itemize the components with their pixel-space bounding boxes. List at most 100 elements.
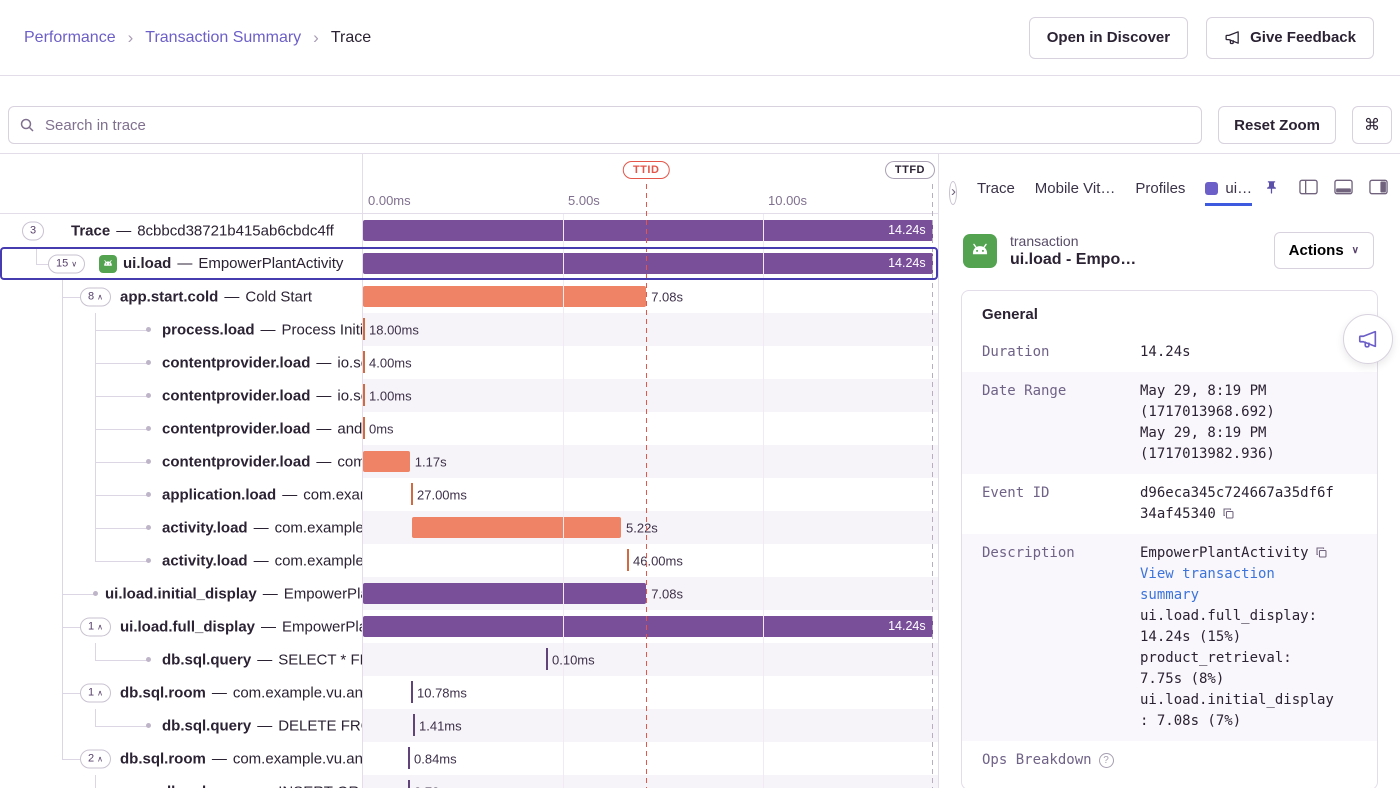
- span-tick[interactable]: [363, 417, 365, 439]
- tree-connector: [95, 462, 148, 463]
- span-label: db.sql.query—DELETE FROM products: [162, 717, 363, 734]
- trace-row[interactable]: 2∧db.sql.room—com.example.vu.android0.84…: [0, 742, 938, 775]
- span-track[interactable]: 5.22s: [363, 511, 938, 544]
- chevron-down-icon: ∨: [71, 259, 77, 268]
- tree-connector: [95, 775, 96, 788]
- detail-row: DescriptionEmpowerPlantActivityView tran…: [962, 534, 1377, 741]
- span-bar[interactable]: [412, 517, 621, 538]
- span-track[interactable]: 14.24s: [363, 247, 938, 280]
- trace-row[interactable]: activity.load—com.example.vu.android.Emp…: [0, 544, 938, 577]
- span-track[interactable]: 18.00ms: [363, 313, 938, 346]
- span-track[interactable]: 27.00ms: [363, 478, 938, 511]
- span-track[interactable]: 4.00ms: [363, 346, 938, 379]
- span-tick[interactable]: [363, 384, 365, 406]
- trace-row[interactable]: contentprovider.load—io.sentry.android.c…: [0, 346, 938, 379]
- pin-icon[interactable]: [1264, 180, 1279, 206]
- span-tick[interactable]: [546, 648, 548, 670]
- trace-row[interactable]: application.load—com.example.vu.android.…: [0, 478, 938, 511]
- actions-button[interactable]: Actions ∨: [1274, 232, 1374, 269]
- span-tick[interactable]: [408, 747, 410, 769]
- span-bar[interactable]: 14.24s: [363, 220, 933, 241]
- span-tick[interactable]: [627, 549, 629, 571]
- dock-left-icon[interactable]: [1299, 179, 1318, 198]
- timeline-tick-label: 5.00s: [568, 193, 600, 208]
- trace-row[interactable]: db.sql.query—DELETE FROM products1.41ms: [0, 709, 938, 742]
- trace-row[interactable]: contentprovider.load—com.example.vu.andr…: [0, 445, 938, 478]
- row-count-badge[interactable]: 1∧: [80, 617, 111, 636]
- help-icon[interactable]: ?: [1099, 753, 1114, 768]
- tab-profiles[interactable]: Profiles: [1135, 180, 1185, 206]
- reset-zoom-button[interactable]: Reset Zoom: [1218, 106, 1336, 144]
- span-label: application.load—com.example.vu.android.…: [162, 486, 363, 503]
- row-count-badge[interactable]: 1∧: [80, 683, 111, 702]
- trace-row[interactable]: activity.load—com.example.vu.android.Mai…: [0, 511, 938, 544]
- trace-row[interactable]: db.sql.query—SELECT * FROM products0.10m…: [0, 643, 938, 676]
- trace-row[interactable]: db.sql.query—INSERT OR REPLACE INTO prod…: [0, 775, 938, 788]
- span-description: 8cbbcd38721b415ab6cbdc4ff: [137, 222, 334, 239]
- span-bar[interactable]: [363, 451, 410, 472]
- give-feedback-button[interactable]: Give Feedback: [1206, 17, 1374, 59]
- breadcrumb-performance[interactable]: Performance: [24, 29, 116, 47]
- trace-row-tree: db.sql.query—DELETE FROM products: [0, 709, 363, 742]
- tab-active-span[interactable]: ui…: [1205, 180, 1252, 206]
- span-tick[interactable]: [411, 681, 413, 703]
- trace-row[interactable]: process.load—Process Initialization18.00…: [0, 313, 938, 346]
- copy-icon[interactable]: [1315, 546, 1328, 559]
- span-track[interactable]: 10.78ms: [363, 676, 938, 709]
- expand-panel-button[interactable]: ›: [949, 181, 957, 205]
- breadcrumb-transaction-summary[interactable]: Transaction Summary: [145, 29, 301, 47]
- trace-drawer: › Trace Mobile Vit… Profiles ui…: [938, 154, 1400, 788]
- span-label: db.sql.room—com.example.vu.android: [120, 684, 363, 701]
- trace-row[interactable]: contentprovider.load—io.sentry.android.c…: [0, 379, 938, 412]
- tree-connector: [95, 528, 148, 529]
- span-tick[interactable]: [411, 483, 413, 505]
- span-duration: 7.08s: [651, 586, 683, 601]
- span-track[interactable]: 7.08s: [363, 280, 938, 313]
- dash-separator: —: [316, 453, 331, 470]
- span-track[interactable]: 1.41ms: [363, 709, 938, 742]
- trace-row[interactable]: 3Trace—8cbbcd38721b415ab6cbdc4ff14.24s: [0, 214, 938, 247]
- tree-connector: [62, 693, 80, 694]
- span-track[interactable]: 46.00ms: [363, 544, 938, 577]
- copy-icon[interactable]: [1222, 507, 1235, 520]
- dock-bottom-icon[interactable]: [1334, 179, 1353, 198]
- trace-row[interactable]: 1∧ui.load.full_display—EmpowerPlantActiv…: [0, 610, 938, 643]
- tab-trace[interactable]: Trace: [977, 180, 1015, 206]
- span-tick[interactable]: [413, 714, 415, 736]
- tree-dot-icon: [93, 591, 98, 596]
- row-count-badge[interactable]: 8∧: [80, 287, 111, 306]
- span-track[interactable]: 14.24s: [363, 610, 938, 643]
- dock-right-icon[interactable]: [1369, 179, 1388, 198]
- trace-row[interactable]: 1∧ db.sql.room—com.example.vu.android10.7…: [0, 676, 938, 709]
- row-count-badge[interactable]: 2∧: [80, 749, 111, 768]
- row-count-badge[interactable]: 3: [22, 221, 44, 240]
- span-track[interactable]: 1.17s: [363, 445, 938, 478]
- span-track[interactable]: 0ms: [363, 412, 938, 445]
- search-input[interactable]: [8, 106, 1202, 144]
- dash-separator: —: [263, 585, 278, 602]
- span-bar[interactable]: 14.24s: [363, 253, 933, 274]
- open-in-discover-button[interactable]: Open in Discover: [1029, 17, 1188, 59]
- span-bar[interactable]: [363, 286, 646, 307]
- span-track[interactable]: 14.24s: [363, 214, 938, 247]
- trace-row[interactable]: contentprovider.load—androidx.startup.In…: [0, 412, 938, 445]
- span-track[interactable]: 2.78ms: [363, 775, 938, 788]
- trace-row[interactable]: 15∨ui.load—EmpowerPlantActivity14.24s: [0, 247, 938, 280]
- span-track[interactable]: 0.10ms: [363, 643, 938, 676]
- trace-row[interactable]: ui.load.initial_display—EmpowerPlantActi…: [0, 577, 938, 610]
- span-tick[interactable]: [363, 318, 365, 340]
- tree-connector: [95, 726, 148, 727]
- tab-mobile-vit[interactable]: Mobile Vit…: [1035, 180, 1116, 206]
- dash-separator: —: [212, 684, 227, 701]
- row-count-badge[interactable]: 15∨: [48, 254, 85, 273]
- shortcut-command-button[interactable]: ⌘: [1352, 106, 1392, 144]
- feedback-fab-megaphone-icon[interactable]: [1343, 314, 1393, 364]
- span-track[interactable]: 0.84ms: [363, 742, 938, 775]
- trace-row[interactable]: 8∧app.start.cold—Cold Start7.08s: [0, 280, 938, 313]
- span-tick[interactable]: [363, 351, 365, 373]
- span-bar[interactable]: 14.24s: [363, 616, 933, 637]
- view-transaction-summary-link[interactable]: View transaction summary: [1140, 564, 1342, 606]
- span-bar[interactable]: [363, 583, 646, 604]
- span-track[interactable]: 7.08s: [363, 577, 938, 610]
- span-track[interactable]: 1.00ms: [363, 379, 938, 412]
